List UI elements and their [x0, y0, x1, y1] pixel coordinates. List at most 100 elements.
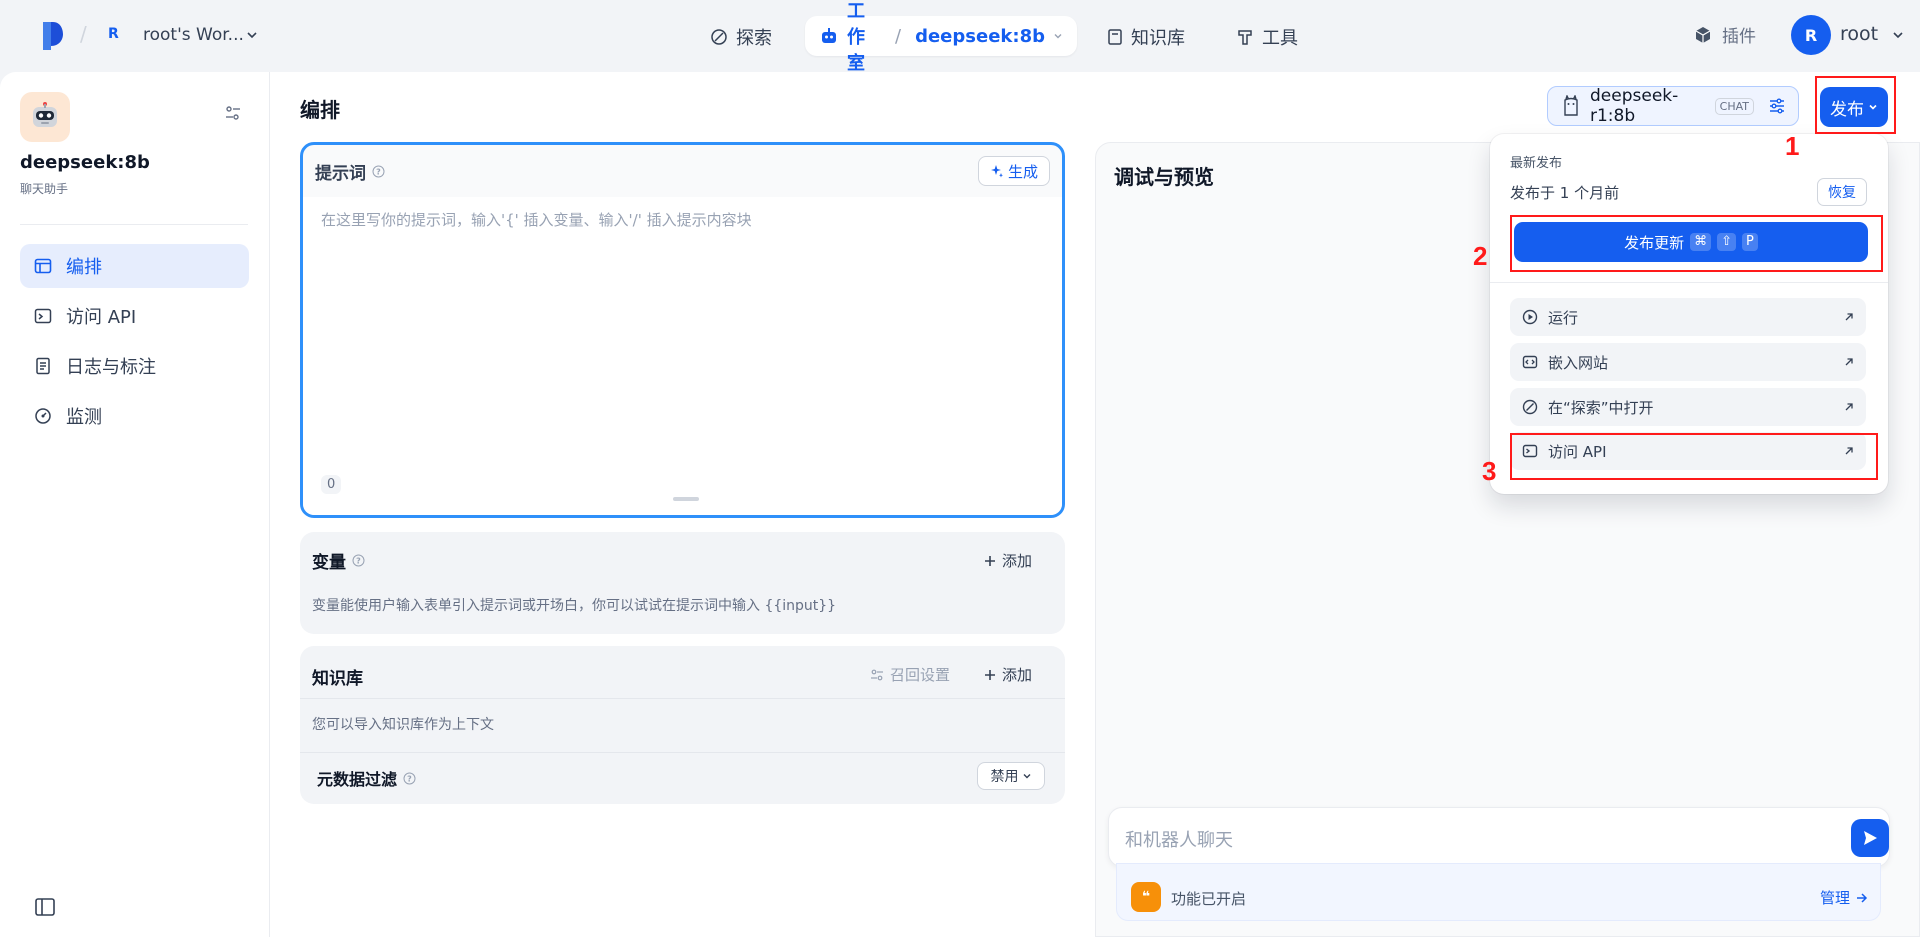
sidebar-item-logs[interactable]: 日志与标注	[20, 344, 249, 388]
card-divider	[300, 698, 1065, 699]
features-bar: ❝ 功能已开启 管理	[1116, 863, 1881, 921]
annotation-number-1: 1	[1785, 131, 1800, 161]
nav-tools[interactable]: 工具	[1226, 18, 1308, 56]
add-variable-button[interactable]: 添加	[984, 550, 1032, 571]
cube-icon	[1694, 26, 1712, 44]
generate-button[interactable]: 生成	[978, 156, 1050, 186]
embed-website-item[interactable]: 嵌入网站	[1510, 343, 1866, 381]
annotation-box-1	[1815, 76, 1896, 134]
annotation-box-2	[1510, 215, 1883, 272]
add-knowledge-button[interactable]: 添加	[984, 664, 1032, 685]
card-divider	[300, 752, 1065, 753]
char-count: 0	[321, 475, 342, 494]
knowledge-title: 知识库	[312, 669, 363, 689]
model-mode-badge: CHAT	[1714, 97, 1754, 115]
variables-description: 变量能使用户输入表单引入提示词或开场白，你可以试试在提示词中输入 {{input…	[312, 598, 837, 614]
variables-header: 变量 ?	[312, 548, 365, 573]
app-sidebar: deepseek:8b 聊天助手 编排 访问 API 日志与标注 监测	[0, 72, 270, 937]
knowledge-card: 知识库 召回设置 添加 您可以导入知识库作为上下文 元数据过滤 ? 禁用	[300, 646, 1065, 804]
nav-plugins[interactable]: 插件	[1694, 22, 1756, 47]
workspace-name[interactable]: root's Wor...	[143, 25, 244, 45]
sidebar-collapse-icon[interactable]	[35, 898, 55, 916]
book-icon	[1107, 28, 1123, 46]
hammer-icon	[1236, 28, 1254, 46]
add-label: 添加	[1002, 666, 1033, 684]
plus-icon	[984, 555, 996, 567]
compass-icon	[1522, 399, 1538, 415]
robot-icon	[819, 26, 839, 46]
plus-icon	[984, 669, 996, 681]
layout-icon	[34, 257, 52, 275]
run-app-item[interactable]: 运行	[1510, 298, 1866, 336]
manage-features-button[interactable]: 管理	[1820, 887, 1868, 908]
annotation-number-2: 2	[1473, 241, 1488, 271]
workspace-initial: R	[108, 26, 119, 42]
current-app-name[interactable]: deepseek:8b	[915, 26, 1045, 47]
chevron-down-icon[interactable]	[246, 29, 258, 41]
app-logo[interactable]	[41, 20, 65, 50]
generate-label: 生成	[1007, 162, 1038, 181]
variables-card: 变量 ? 添加 变量能使用户输入表单引入提示词或开场白，你可以试试在提示词中输入…	[300, 532, 1065, 634]
send-button[interactable]	[1851, 819, 1889, 857]
svg-text:?: ?	[356, 557, 361, 566]
metadata-filter-title: 元数据过滤	[317, 770, 398, 789]
annotation-number-3: 3	[1482, 456, 1497, 486]
nav-knowledge[interactable]: 知识库	[1097, 18, 1195, 56]
compass-icon	[710, 28, 728, 46]
file-list-icon	[34, 357, 52, 375]
sidebar-item-orchestrate[interactable]: 编排	[20, 244, 249, 288]
quote-icon: ❝	[1131, 882, 1161, 912]
chevron-down-icon[interactable]	[1053, 31, 1063, 41]
open-in-explore-item[interactable]: 在“探索”中打开	[1510, 388, 1866, 426]
code-window-icon	[1522, 354, 1538, 370]
top-navigation-bar: / R root's Wor... 探索 工作室 / deepseek:8b 知…	[0, 0, 1920, 74]
sidebar-item-monitor[interactable]: 监测	[20, 394, 249, 438]
nav-studio-label: 工作室	[847, 1, 865, 74]
app-type: 聊天助手	[20, 182, 69, 196]
chevron-down-icon	[1022, 771, 1032, 781]
user-name[interactable]: root	[1840, 23, 1878, 45]
resize-handle[interactable]	[673, 497, 699, 501]
recall-settings-button[interactable]: 召回设置	[870, 664, 950, 685]
metadata-filter-select[interactable]: 禁用	[977, 762, 1045, 790]
svg-text:?: ?	[407, 774, 412, 783]
sidebar-item-label: 编排	[66, 257, 102, 278]
add-label: 添加	[1002, 552, 1033, 570]
prompt-textarea[interactable]: 在这里写你的提示词，输入'{' 插入变量、输入'/' 插入提示内容块 0	[303, 197, 1062, 515]
chevron-down-icon[interactable]	[1892, 29, 1904, 41]
model-name: deepseek-r1:8b	[1590, 86, 1679, 126]
nav-plugins-label: 插件	[1722, 27, 1756, 47]
user-avatar[interactable]: R	[1791, 15, 1831, 55]
settings-sliders-icon[interactable]	[224, 104, 242, 122]
gauge-icon	[34, 407, 52, 425]
menu-item-label: 在“探索”中打开	[1548, 398, 1654, 417]
chat-input[interactable]: 和机器人聊天	[1108, 807, 1890, 867]
sidebar-item-label: 监测	[66, 407, 102, 428]
external-link-icon	[1844, 402, 1854, 412]
dropdown-divider	[1490, 282, 1888, 283]
menu-item-label: 运行	[1548, 308, 1579, 327]
settings-sliders-icon	[870, 668, 884, 682]
terminal-icon	[34, 307, 52, 325]
sidebar-item-api[interactable]: 访问 API	[20, 294, 249, 338]
nav-tools-label: 工具	[1262, 28, 1298, 49]
prompt-header: 提示词 ?	[315, 159, 385, 184]
nav-explore-label: 探索	[736, 28, 772, 49]
help-icon[interactable]: ?	[403, 772, 416, 785]
recall-label: 召回设置	[890, 666, 951, 684]
model-selector[interactable]: deepseek-r1:8b CHAT	[1547, 86, 1799, 126]
app-name: deepseek:8b	[20, 152, 150, 173]
restore-button[interactable]: 恢复	[1817, 178, 1867, 206]
send-icon	[1861, 829, 1879, 847]
help-icon[interactable]: ?	[372, 165, 385, 178]
nav-studio[interactable]: 工作室 / deepseek:8b	[805, 1, 1077, 74]
settings-sliders-icon[interactable]	[1768, 97, 1786, 115]
help-icon[interactable]: ?	[352, 554, 365, 567]
latest-publish-label: 最新发布	[1510, 156, 1563, 171]
svg-text:?: ?	[376, 168, 381, 177]
knowledge-description: 您可以导入知识库作为上下文	[312, 717, 494, 733]
play-circle-icon	[1522, 309, 1538, 325]
nav-explore[interactable]: 探索	[700, 18, 782, 56]
prompt-placeholder: 在这里写你的提示词，输入'{' 插入变量、输入'/' 插入提示内容块	[321, 211, 752, 229]
variables-title: 变量	[312, 553, 346, 573]
